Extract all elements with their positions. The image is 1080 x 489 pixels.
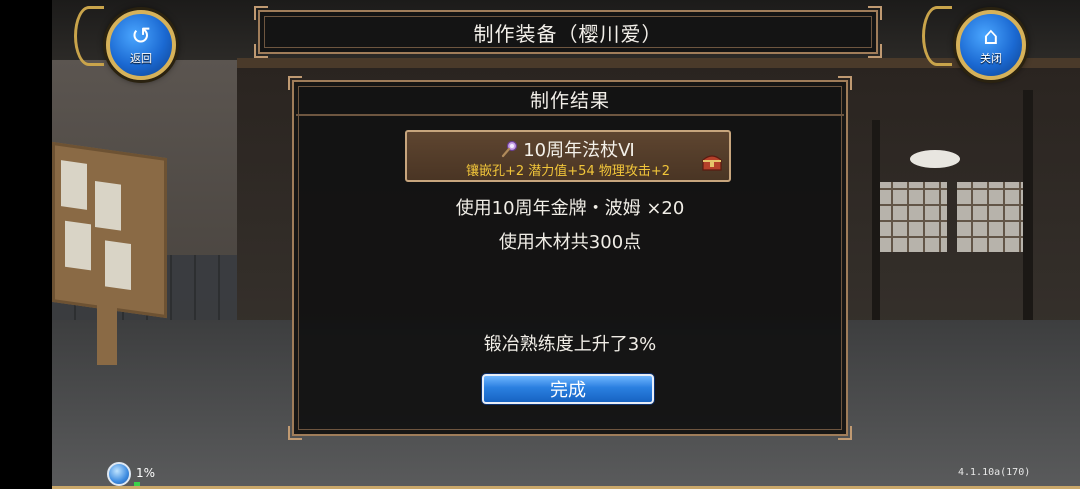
done-button[interactable]: 完成 (482, 374, 654, 404)
crafted-item-plate: 10周年法杖Ⅵ 镶嵌孔+2 潜力值+54 物理攻击+2 (405, 130, 731, 182)
version-label: 4.1.10a(170) (958, 467, 1031, 478)
shoji-screen (877, 182, 947, 252)
treasure-chest-icon (702, 155, 722, 171)
hanging-lamp (910, 150, 960, 168)
board-post (97, 295, 117, 365)
back-arrow-icon: ↺ (130, 22, 152, 50)
close-button-label: 关闭 (980, 52, 1002, 65)
notice-paper (95, 180, 121, 231)
material-line: 使用10周年金牌・波姆 ×20 (455, 198, 685, 219)
close-button-ornament (922, 6, 952, 66)
dialog-title: 制作结果 (296, 84, 844, 116)
notice-paper (61, 160, 87, 210)
back-button-ornament (74, 6, 104, 66)
staff-icon (502, 140, 518, 158)
home-icon: ⌂ (983, 22, 999, 50)
back-button-label: 返回 (130, 52, 152, 65)
game-screen: ↺ 返回 ⌂ 关闭 制作装备（樱川爱） 制作结果 10周年法杖Ⅵ 镶嵌孔+2 潜… (0, 0, 1080, 489)
item-name: 10周年法杖Ⅵ (523, 140, 635, 161)
item-name-row: 10周年法杖Ⅵ (407, 136, 729, 162)
beam (237, 58, 1080, 68)
pillar (1023, 90, 1033, 330)
sync-status-icon (107, 462, 131, 486)
progress-text: 1% (136, 466, 156, 480)
notice-paper (65, 220, 91, 271)
close-button[interactable]: ⌂ 关闭 (956, 10, 1026, 80)
item-stats: 镶嵌孔+2 潜力值+54 物理攻击+2 (465, 164, 671, 179)
pillar (872, 120, 880, 330)
skill-up-message: 锻冶熟练度上升了3% (483, 334, 657, 355)
back-button[interactable]: ↺ 返回 (106, 10, 176, 80)
shoji-screen (957, 182, 1027, 252)
page-title: 制作装备（樱川爱） (473, 21, 663, 46)
material-line: 使用木材共300点 (498, 232, 642, 253)
notice-paper (105, 240, 131, 291)
craft-result-dialog: 制作结果 10周年法杖Ⅵ 镶嵌孔+2 潜力值+54 物理攻击+2 使用10周年金… (288, 76, 852, 440)
notice-board (52, 141, 167, 319)
title-bar: 制作装备（樱川爱） (254, 6, 882, 58)
